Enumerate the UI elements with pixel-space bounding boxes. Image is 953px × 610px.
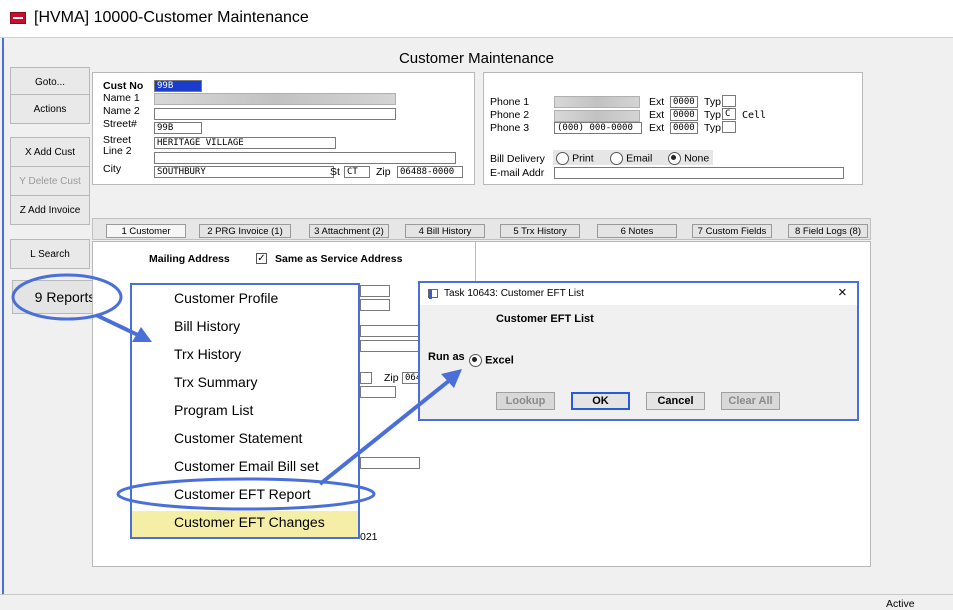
status-bar [0, 594, 953, 610]
reports-highlight-ellipse [11, 273, 123, 321]
arrow-to-menu [95, 313, 141, 338]
status-active: Active [886, 598, 915, 610]
arrow-to-dialog [318, 378, 452, 486]
annotation-overlay [11, 273, 462, 511]
eft-report-highlight-ellipse [116, 477, 376, 511]
